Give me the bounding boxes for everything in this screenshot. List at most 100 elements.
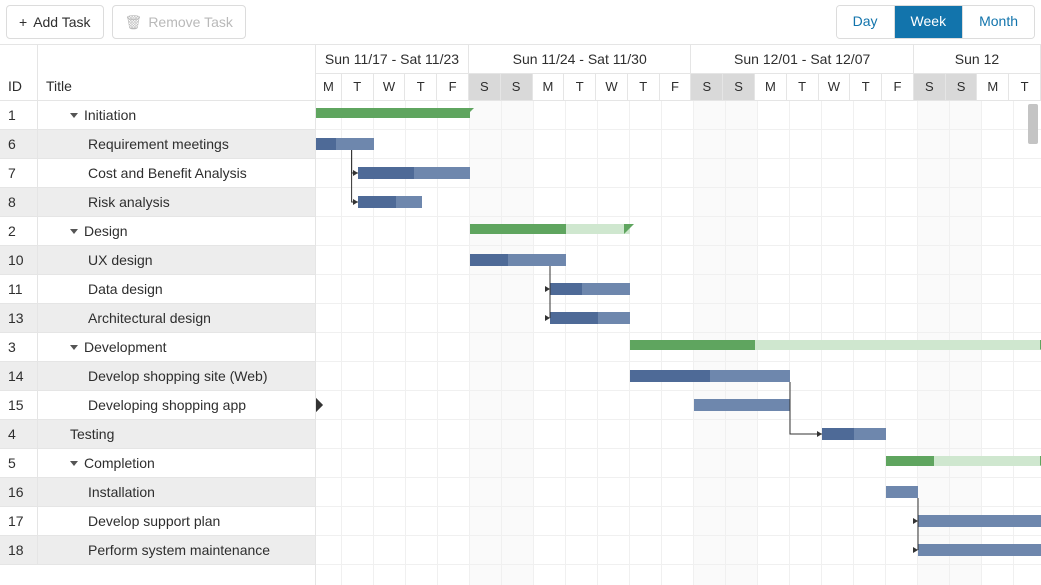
view-week[interactable]: Week (895, 6, 964, 38)
task-bar[interactable] (694, 399, 790, 411)
task-bar[interactable] (358, 167, 470, 179)
table-row[interactable]: 17 Develop support plan (0, 507, 315, 536)
table-row[interactable]: 16Installation (0, 478, 315, 507)
table-row[interactable]: 2Design (0, 217, 315, 246)
day-header-cell: M (316, 73, 342, 101)
task-title: Development (84, 339, 167, 355)
table-rows: 1Initiation6 Requirement meetings 7Cost an… (0, 101, 315, 585)
cell-title: Risk analysis (38, 188, 315, 216)
cell-id: 5 (0, 449, 38, 477)
expand-icon[interactable] (70, 229, 78, 234)
table-row[interactable]: 1Initiation (0, 101, 315, 130)
cell-id: 7 (0, 159, 38, 187)
cell-title: Design (38, 217, 315, 245)
table-row[interactable]: 15Developing shopping app (0, 391, 315, 420)
grid-row (316, 246, 1041, 275)
cell-id: 4 (0, 420, 38, 448)
day-header-cell: T (628, 73, 660, 101)
task-bar[interactable] (316, 138, 374, 150)
table-row[interactable]: 4 Testing (0, 420, 315, 449)
task-bar[interactable] (918, 544, 1041, 556)
cell-id: 16 (0, 478, 38, 506)
task-title: Data design (88, 281, 163, 297)
cell-title: Developing shopping app (38, 391, 315, 419)
toolbar: + Add Task 🗑 Remove Task Day Week Month (0, 0, 1041, 44)
cell-id: 11 (0, 275, 38, 303)
table-row[interactable]: 7Cost and Benefit Analysis (0, 159, 315, 188)
gantt: ID Title 1Initiation6 Requirement meeting… (0, 44, 1041, 585)
task-title: Design (84, 223, 128, 239)
task-title: Develop support plan (88, 513, 220, 529)
cell-id: 15 (0, 391, 38, 419)
day-header-cell: W (374, 73, 406, 101)
task-title: Requirement meetings (88, 136, 229, 152)
table-row[interactable]: 8Risk analysis (0, 188, 315, 217)
table-row[interactable]: 14Develop shopping site (Web) (0, 362, 315, 391)
table-row[interactable]: 6 Requirement meetings (0, 130, 315, 159)
task-bar[interactable] (886, 486, 918, 498)
chart-body[interactable] (316, 101, 1041, 585)
column-title-header[interactable]: Title (38, 45, 315, 100)
task-title: Develop shopping site (Web) (88, 368, 268, 384)
day-header-cell: S (469, 73, 501, 101)
task-bar[interactable] (470, 254, 566, 266)
vertical-scrollbar[interactable] (1025, 101, 1041, 585)
cell-id: 6 (0, 130, 38, 158)
day-header-cell: T (1009, 73, 1041, 101)
plus-icon: + (19, 15, 27, 29)
table-row[interactable]: 11 Data design (0, 275, 315, 304)
table-row[interactable]: 5Completion (0, 449, 315, 478)
task-title: Architectural design (88, 310, 211, 326)
grid-row (316, 391, 1041, 420)
summary-bar[interactable] (316, 108, 470, 118)
week-header-cell: Sun 11/17 - Sat 11/23 (316, 45, 469, 73)
table-row[interactable]: 13 Architectural design (0, 304, 315, 333)
day-header-cell: T (405, 73, 437, 101)
cell-title: Perform system maintenance (38, 536, 315, 564)
task-title: Testing (70, 426, 114, 442)
summary-bar[interactable] (630, 340, 1041, 350)
cell-title: Architectural design (38, 304, 315, 332)
remove-task-button[interactable]: 🗑 Remove Task (112, 5, 246, 39)
cell-id: 17 (0, 507, 38, 535)
task-bar[interactable] (550, 312, 630, 324)
task-bar[interactable] (358, 196, 422, 208)
view-month[interactable]: Month (963, 6, 1034, 38)
summary-bar[interactable] (470, 224, 630, 234)
day-header-cell: W (819, 73, 851, 101)
task-bar[interactable] (822, 428, 886, 440)
column-id-header[interactable]: ID (0, 45, 38, 100)
cell-title: Develop support plan (38, 507, 315, 535)
grid-row (316, 304, 1041, 333)
grid-row (316, 188, 1041, 217)
add-task-button[interactable]: + Add Task (6, 5, 104, 39)
task-bar[interactable] (918, 515, 1041, 527)
task-bar[interactable] (550, 283, 630, 295)
add-task-label: Add Task (33, 14, 90, 30)
grid-row (316, 420, 1041, 449)
timeline-header: Sun 11/17 - Sat 11/23Sun 11/24 - Sat 11/… (316, 45, 1041, 101)
summary-cap-icon (464, 108, 474, 118)
day-header-cell: S (501, 73, 533, 101)
summary-bar[interactable] (886, 456, 1041, 466)
task-bar[interactable] (630, 370, 790, 382)
view-day[interactable]: Day (837, 6, 895, 38)
task-title: UX design (88, 252, 153, 268)
day-header-cell: T (850, 73, 882, 101)
cell-title: UX design (38, 246, 315, 274)
cell-title: Testing (38, 420, 315, 448)
expand-icon[interactable] (70, 345, 78, 350)
cell-title: Initiation (38, 101, 315, 129)
expand-icon[interactable] (70, 461, 78, 466)
table-row[interactable]: 18Perform system maintenance (0, 536, 315, 565)
scroll-thumb[interactable] (1028, 104, 1038, 144)
timeline-pane: Sun 11/17 - Sat 11/23Sun 11/24 - Sat 11/… (316, 45, 1041, 585)
cell-id: 13 (0, 304, 38, 332)
grid-row (316, 275, 1041, 304)
expand-icon[interactable] (70, 113, 78, 118)
day-header-cell: M (533, 73, 565, 101)
day-header-cell: F (882, 73, 914, 101)
table-row[interactable]: 3Development (0, 333, 315, 362)
table-row[interactable]: 10UX design (0, 246, 315, 275)
day-header-cell: S (691, 73, 723, 101)
